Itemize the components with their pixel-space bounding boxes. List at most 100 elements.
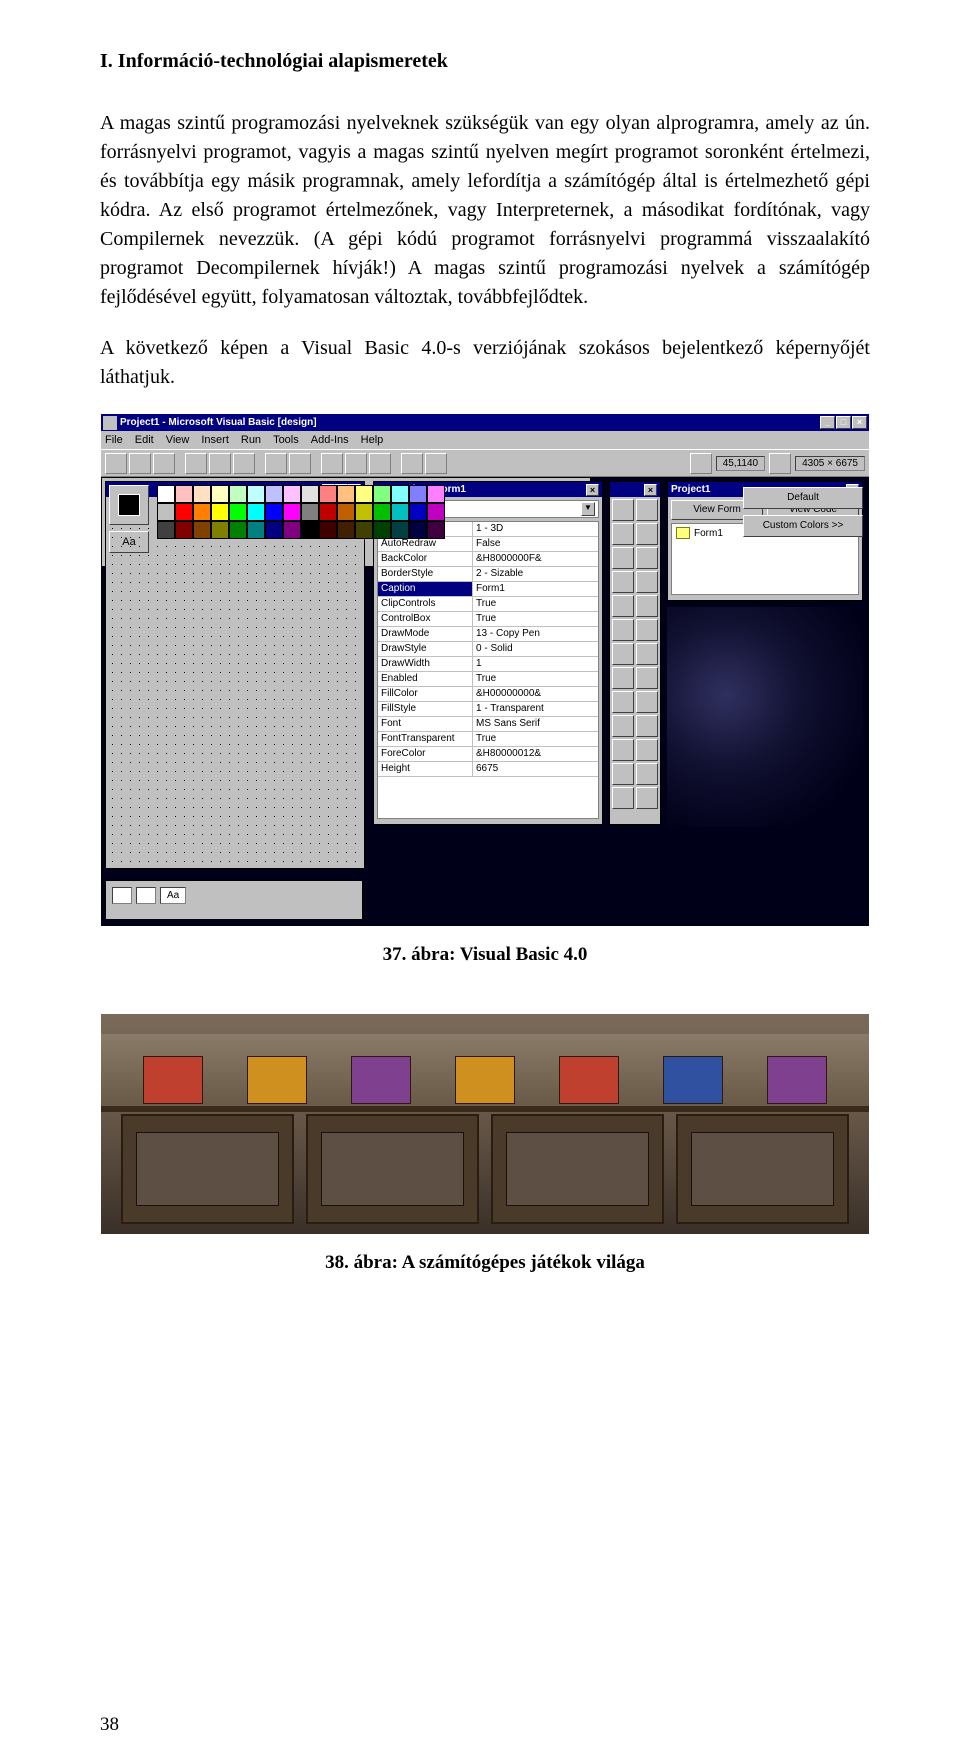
toolbar-button[interactable] bbox=[369, 453, 391, 474]
toolbox-tool[interactable] bbox=[636, 523, 658, 545]
palette-color[interactable] bbox=[337, 503, 355, 521]
toolbar-button[interactable] bbox=[289, 453, 311, 474]
palette-aa-button[interactable]: Aa bbox=[109, 531, 149, 553]
palette-color[interactable] bbox=[229, 521, 247, 539]
palette-color[interactable] bbox=[301, 485, 319, 503]
property-row[interactable]: FillColor&H00000000& bbox=[378, 687, 598, 702]
palette-color[interactable] bbox=[301, 521, 319, 539]
palette-color[interactable] bbox=[175, 503, 193, 521]
toolbar-button[interactable] bbox=[209, 453, 231, 474]
toolbar-button[interactable] bbox=[185, 453, 207, 474]
palette-color[interactable] bbox=[373, 521, 391, 539]
toolbox-tool[interactable] bbox=[612, 739, 634, 761]
palette-color[interactable] bbox=[319, 521, 337, 539]
palette-color[interactable] bbox=[355, 485, 373, 503]
property-value[interactable]: &H8000000F& bbox=[473, 552, 598, 566]
palette-color[interactable] bbox=[427, 521, 445, 539]
property-value[interactable]: 13 - Copy Pen bbox=[473, 627, 598, 641]
palette-color[interactable] bbox=[355, 503, 373, 521]
palette-color[interactable] bbox=[229, 485, 247, 503]
palette-color[interactable] bbox=[193, 503, 211, 521]
property-value[interactable]: True bbox=[473, 672, 598, 686]
palette-color[interactable] bbox=[157, 503, 175, 521]
property-row[interactable]: EnabledTrue bbox=[378, 672, 598, 687]
palette-color[interactable] bbox=[427, 485, 445, 503]
property-row[interactable]: BorderStyle2 - Sizable bbox=[378, 567, 598, 582]
property-row[interactable]: ControlBoxTrue bbox=[378, 612, 598, 627]
menu-view[interactable]: View bbox=[166, 434, 190, 446]
property-row[interactable]: DrawStyle0 - Solid bbox=[378, 642, 598, 657]
properties-grid[interactable]: Appearance1 - 3DAutoRedrawFalseBackColor… bbox=[377, 521, 599, 819]
property-row[interactable]: FontMS Sans Serif bbox=[378, 717, 598, 732]
toolbox-tool[interactable] bbox=[612, 571, 634, 593]
minimize-button[interactable]: _ bbox=[820, 416, 835, 429]
property-row[interactable]: ForeColor&H80000012& bbox=[378, 747, 598, 762]
palette-color[interactable] bbox=[373, 485, 391, 503]
palette-color[interactable] bbox=[211, 485, 229, 503]
toolbox-close[interactable]: × bbox=[644, 484, 657, 496]
properties-close[interactable]: × bbox=[586, 484, 599, 496]
palette-color-grid[interactable] bbox=[157, 485, 445, 539]
toolbox-tool[interactable] bbox=[612, 619, 634, 641]
palette-color[interactable] bbox=[211, 503, 229, 521]
toolbox-window[interactable]: × bbox=[609, 481, 661, 825]
toolbox-tool[interactable] bbox=[636, 739, 658, 761]
property-row[interactable]: ClipControlsTrue bbox=[378, 597, 598, 612]
palette-color[interactable] bbox=[265, 521, 283, 539]
toolbox-tool[interactable] bbox=[636, 547, 658, 569]
palette-color[interactable] bbox=[175, 485, 193, 503]
toolbar-button[interactable] bbox=[401, 453, 423, 474]
toolbox-tool[interactable] bbox=[636, 499, 658, 521]
property-value[interactable]: 1 - 3D bbox=[473, 522, 598, 536]
palette-color[interactable] bbox=[175, 521, 193, 539]
property-value[interactable]: &H80000012& bbox=[473, 747, 598, 761]
toolbox-tool[interactable] bbox=[636, 619, 658, 641]
palette-color[interactable] bbox=[247, 521, 265, 539]
property-row[interactable]: BackColor&H8000000F& bbox=[378, 552, 598, 567]
palette-foreground-swatch[interactable] bbox=[109, 485, 149, 525]
palette-color[interactable] bbox=[301, 503, 319, 521]
property-value[interactable]: 6675 bbox=[473, 762, 598, 776]
chevron-down-icon[interactable]: ▼ bbox=[581, 502, 595, 516]
menu-insert[interactable]: Insert bbox=[201, 434, 229, 446]
property-value[interactable]: 1 bbox=[473, 657, 598, 671]
toolbox-tool[interactable] bbox=[612, 763, 634, 785]
palette-color[interactable] bbox=[319, 503, 337, 521]
toolbox-tool[interactable] bbox=[612, 787, 634, 809]
toolbar-button[interactable] bbox=[153, 453, 175, 474]
toolbar-button[interactable] bbox=[425, 453, 447, 474]
toolbox-tool[interactable] bbox=[636, 571, 658, 593]
menu-run[interactable]: Run bbox=[241, 434, 261, 446]
palette-color[interactable] bbox=[427, 503, 445, 521]
maximize-button[interactable]: □ bbox=[836, 416, 851, 429]
menu-addins[interactable]: Add-Ins bbox=[311, 434, 349, 446]
palette-color[interactable] bbox=[265, 503, 283, 521]
close-button[interactable]: × bbox=[852, 416, 867, 429]
palette-color[interactable] bbox=[283, 485, 301, 503]
property-row[interactable]: AutoRedrawFalse bbox=[378, 537, 598, 552]
palette-color[interactable] bbox=[391, 485, 409, 503]
palette-color[interactable] bbox=[409, 503, 427, 521]
palette-custom-button[interactable]: Custom Colors >> bbox=[743, 515, 863, 537]
toolbox-tool[interactable] bbox=[636, 763, 658, 785]
palette-color[interactable] bbox=[409, 521, 427, 539]
palette-color[interactable] bbox=[319, 485, 337, 503]
toolbox-tool[interactable] bbox=[636, 715, 658, 737]
toolbox-tool[interactable] bbox=[612, 715, 634, 737]
menu-file[interactable]: File bbox=[105, 434, 123, 446]
toolbox-tool[interactable] bbox=[612, 595, 634, 617]
toolbox-tool[interactable] bbox=[612, 643, 634, 665]
palette-color[interactable] bbox=[211, 521, 229, 539]
palette-color[interactable] bbox=[283, 503, 301, 521]
toolbar-button[interactable] bbox=[233, 453, 255, 474]
palette-color[interactable] bbox=[193, 521, 211, 539]
toolbox-tool[interactable] bbox=[612, 691, 634, 713]
palette-color[interactable] bbox=[283, 521, 301, 539]
toolbar-button[interactable] bbox=[321, 453, 343, 474]
palette-default-button[interactable]: Default bbox=[743, 487, 863, 509]
menu-tools[interactable]: Tools bbox=[273, 434, 299, 446]
palette-color[interactable] bbox=[391, 521, 409, 539]
palette-color[interactable] bbox=[355, 521, 373, 539]
property-row[interactable]: DrawMode13 - Copy Pen bbox=[378, 627, 598, 642]
palette-color[interactable] bbox=[157, 521, 175, 539]
